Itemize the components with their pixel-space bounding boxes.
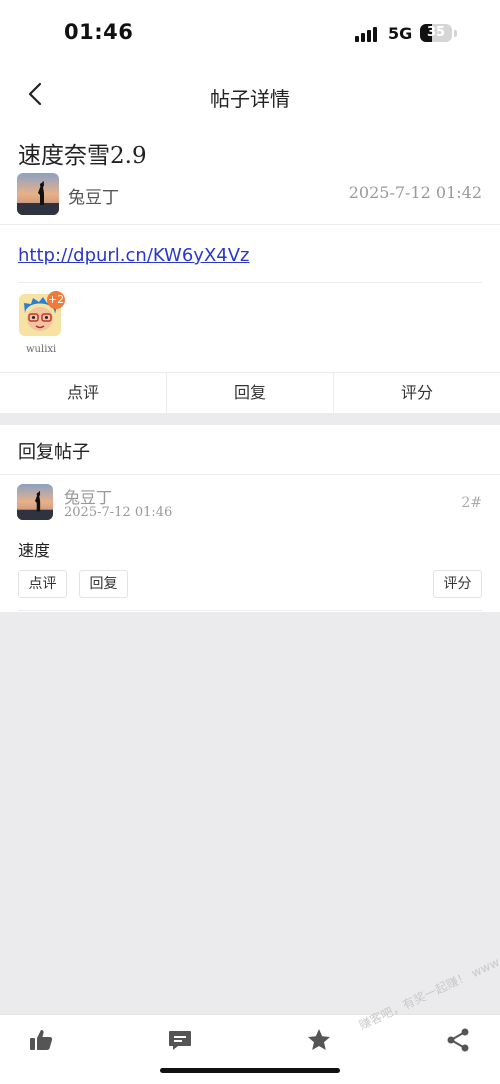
rate-button[interactable]: 评分 [334,373,500,413]
reply-button[interactable]: 回复 [167,373,334,413]
comment-button[interactable]: 点评 [0,373,167,413]
page-title: 帖子详情 [210,87,290,111]
rater-name: wulixi [26,344,57,355]
divider [18,610,482,611]
divider [18,282,482,283]
post-title: 速度奈雪2.9 [18,143,147,169]
replies-title: 回复帖子 [18,442,90,463]
post-link[interactable]: http://dpurl.cn/KW6yX4Vz [18,245,250,266]
nav-bar: 帖子详情 [0,66,500,124]
battery-tip [454,30,457,37]
reply-reply-button[interactable]: 回复 [79,570,128,598]
reply-comment-button[interactable]: 点评 [18,570,67,598]
rating-badge: +2 [47,291,65,309]
post-time: 2025-7-12 01:42 [348,183,482,202]
star-icon[interactable] [306,1027,332,1053]
bottom-toolbar [0,1014,500,1084]
home-indicator [160,1068,340,1073]
thumbs-up-icon[interactable] [28,1027,54,1053]
comment-icon[interactable] [167,1027,193,1053]
signal-icon [355,26,377,42]
status-bar: 01:46 5G 35 [0,0,500,66]
post-actions: 点评 回复 评分 [0,372,500,413]
status-time: 01:46 [64,20,134,44]
floor-number: 2# [461,495,482,511]
reply-time: 2025-7-12 01:46 [64,505,173,520]
post-author[interactable]: 兔豆丁 [68,183,119,208]
reply-author-avatar[interactable] [17,484,53,520]
battery-icon: 35 [420,24,452,42]
reply-rate-button[interactable]: 评分 [433,570,482,598]
author-avatar[interactable] [17,173,59,215]
network-type: 5G [388,24,413,43]
battery-level: 35 [426,25,446,40]
share-icon[interactable] [445,1027,471,1053]
divider [0,224,500,225]
post-card: 速度奈雪2.9 兔豆丁 2025-7-12 01:42 http://dpurl… [0,124,500,413]
replies-header: 回复帖子 [0,425,500,475]
reply-item: 兔豆丁 2025-7-12 01:46 2# 速度 点评 回复 评分 [0,475,500,612]
reply-content: 速度 [18,541,51,560]
